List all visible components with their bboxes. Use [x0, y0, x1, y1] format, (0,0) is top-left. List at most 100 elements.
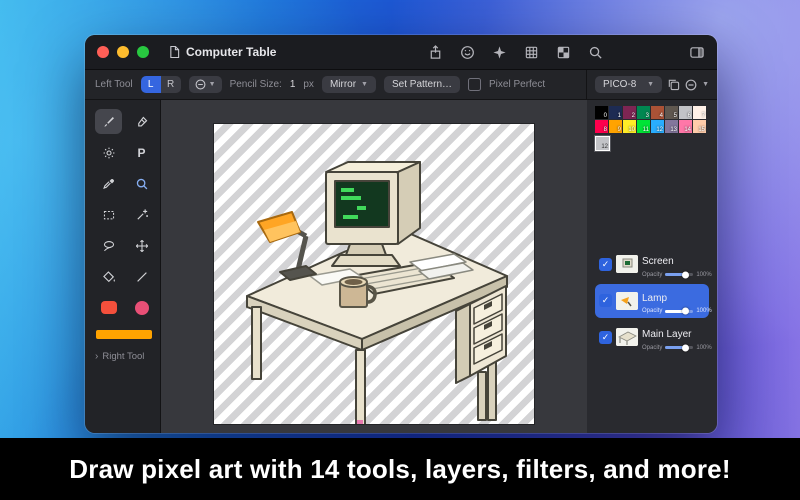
layer-visibility-checkbox[interactable]: ✓	[599, 257, 612, 271]
zoom-tool[interactable]	[128, 171, 155, 196]
current-color-bar[interactable]	[96, 330, 152, 339]
checkerboard-icon[interactable]	[556, 45, 571, 60]
palette-swatch[interactable]: 10	[623, 120, 636, 133]
fill-bucket-tool[interactable]	[95, 264, 122, 289]
palette-swatch[interactable]: 7	[693, 106, 706, 119]
pencil-size-value[interactable]: 1	[290, 79, 296, 90]
pencil-size-label: Pencil Size:	[229, 79, 282, 90]
swatch-index: 12	[656, 127, 663, 133]
right-hand-segment[interactable]: R	[160, 76, 181, 93]
search-icon[interactable]	[588, 45, 603, 60]
swatch-index: 13	[670, 127, 677, 133]
palette-swatch[interactable]: 15	[693, 120, 706, 133]
lighten-tool[interactable]	[95, 140, 122, 165]
minimize-button[interactable]	[117, 46, 129, 58]
palette-swatch[interactable]: 5	[665, 106, 678, 119]
palette-swatch[interactable]: 1	[609, 106, 622, 119]
pixel-perfect-checkbox[interactable]	[468, 78, 482, 91]
brush-icon	[103, 116, 114, 127]
palette-grid: 0 1 2 3 4 5 6 7 8 9 10 11 12 13 14 15	[595, 106, 709, 133]
palette-swatch[interactable]: 0	[595, 106, 608, 119]
lasso-icon	[103, 240, 114, 251]
rect-shape-icon	[100, 301, 117, 314]
magic-wand-icon	[136, 208, 148, 220]
pencil-size-unit: px	[303, 79, 314, 90]
opacity-slider[interactable]	[665, 344, 694, 351]
caption-text: Draw pixel art with 14 tools, layers, fi…	[69, 453, 731, 484]
rect-select-tool[interactable]	[95, 202, 122, 227]
eraser-tool[interactable]	[128, 109, 155, 134]
swatch-index: 0	[603, 113, 607, 119]
mirror-dropdown[interactable]: Mirror ▼	[321, 76, 376, 93]
sun-icon	[103, 147, 114, 158]
close-button[interactable]	[97, 46, 109, 58]
right-tool-disclosure[interactable]: › Right Tool	[95, 351, 160, 362]
palette-swatch[interactable]: 2	[623, 106, 636, 119]
document-icon	[170, 45, 180, 59]
layer-visibility-checkbox[interactable]: ✓	[599, 330, 612, 344]
pencil-letter: P	[137, 145, 146, 160]
stroke-options-button[interactable]: ▼	[188, 76, 222, 93]
palette-swatch[interactable]: 12	[651, 120, 664, 133]
line-icon	[136, 271, 147, 282]
slider-knob[interactable]	[681, 271, 689, 278]
swatch-index: 7	[701, 113, 705, 119]
sidebar-toggle-icon[interactable]	[689, 45, 705, 60]
slider-knob[interactable]	[681, 307, 689, 315]
opacity-label: Opacity	[642, 271, 663, 278]
opacity-slider[interactable]	[665, 307, 694, 315]
palette-swatch[interactable]: 11	[637, 120, 650, 133]
ellipse-shape-tool[interactable]	[128, 295, 155, 320]
pencil-tool[interactable]: P	[128, 140, 155, 165]
layer-thumbnail	[616, 291, 638, 310]
opacity-slider[interactable]	[665, 271, 694, 278]
move-tool[interactable]	[128, 233, 155, 258]
sticker-icon[interactable]	[460, 45, 475, 60]
share-icon[interactable]	[428, 44, 443, 60]
layer-row-main[interactable]: ✓ Main Layer Opacity 100%	[595, 320, 712, 355]
opacity-value: 100%	[696, 344, 712, 351]
brush-tool[interactable]	[95, 109, 122, 134]
chevron-down-icon[interactable]: ▼	[702, 81, 709, 88]
zoom-window-button[interactable]	[137, 46, 149, 58]
magic-wand-tool[interactable]	[128, 202, 155, 227]
swatch-index: 15	[698, 127, 705, 133]
marketing-caption-bar: Draw pixel art with 14 tools, layers, fi…	[0, 438, 800, 500]
swatch-index: 4	[659, 113, 663, 119]
grid-icon[interactable]	[524, 45, 539, 60]
hand-segmented-control: L R	[140, 76, 181, 93]
set-pattern-button[interactable]: Set Pattern…	[383, 76, 461, 93]
eyedropper-tool[interactable]	[95, 171, 122, 196]
remove-palette-icon[interactable]	[685, 79, 697, 91]
selected-swatch[interactable]: 12	[595, 136, 610, 151]
symbols-icon[interactable]	[492, 45, 507, 60]
minus-circle-icon	[195, 79, 206, 90]
palette-swatch[interactable]: 3	[637, 106, 650, 119]
rect-shape-tool[interactable]	[95, 295, 122, 320]
right-tool-label: Right Tool	[102, 351, 145, 362]
left-hand-segment[interactable]: L	[140, 76, 161, 93]
pixel-canvas[interactable]	[214, 124, 534, 424]
palette-swatch[interactable]: 9	[609, 120, 622, 133]
layer-name: Lamp	[642, 292, 668, 304]
layer-row-screen[interactable]: ✓ Screen Opacity 100%	[595, 247, 712, 282]
document-proxy[interactable]: Computer Table	[169, 45, 276, 59]
layer-visibility-checkbox[interactable]: ✓	[599, 294, 612, 308]
palette-swatch[interactable]: 8	[595, 120, 608, 133]
slider-knob[interactable]	[681, 344, 689, 351]
palette-swatch[interactable]: 13	[665, 120, 678, 133]
eyedropper-icon	[102, 178, 114, 189]
palette-dropdown[interactable]: PICO-8 ▼	[595, 76, 663, 93]
marquee-icon	[103, 210, 114, 219]
palette-swatch[interactable]: 14	[679, 120, 692, 133]
duplicate-palette-icon[interactable]	[667, 78, 680, 91]
left-tool-label: Left Tool	[95, 79, 133, 90]
line-tool[interactable]	[128, 264, 155, 289]
window-title: Computer Table	[186, 45, 277, 59]
fill-bucket-icon	[102, 270, 115, 282]
layer-row-lamp[interactable]: ✓ Lamp Opacity 100%	[595, 283, 712, 318]
eraser-icon	[137, 116, 147, 127]
palette-swatch[interactable]: 4	[651, 106, 664, 119]
palette-swatch[interactable]: 6	[679, 106, 692, 119]
lasso-tool[interactable]	[95, 233, 122, 258]
